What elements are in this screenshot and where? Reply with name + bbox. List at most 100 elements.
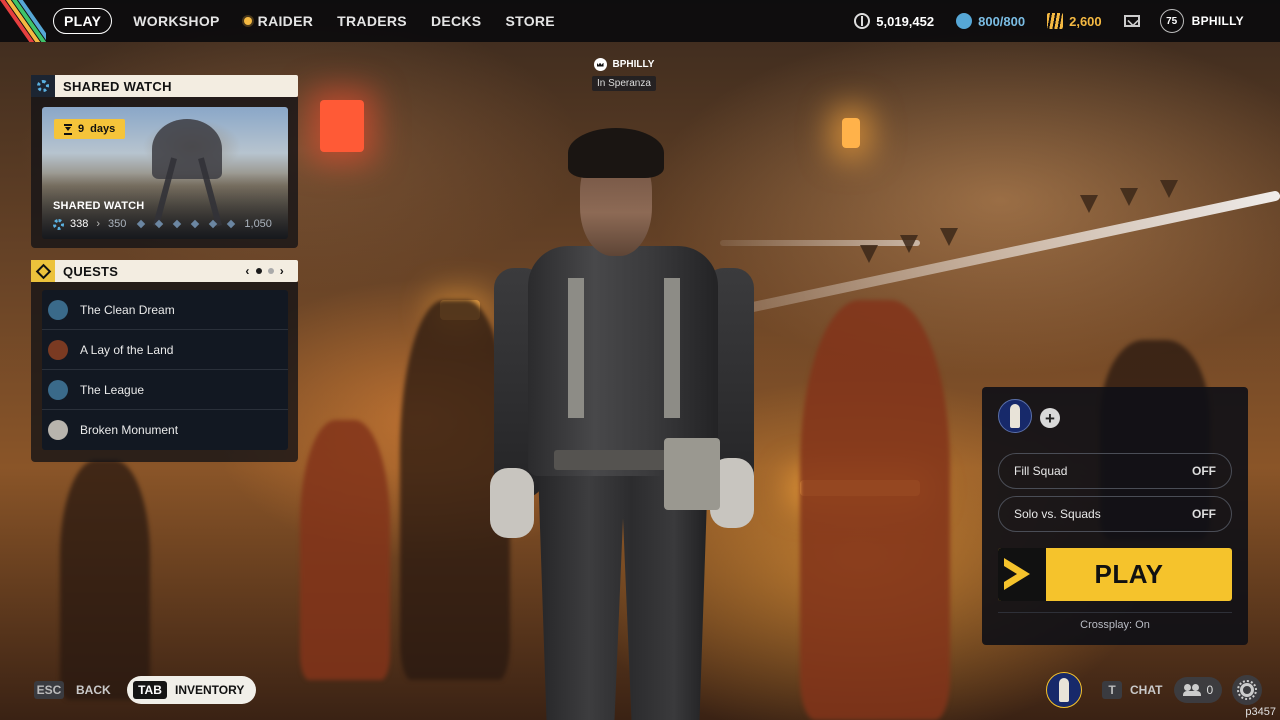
currency-bar: 5,019,452 800/800 2,600 75 BPHILLY xyxy=(854,0,1280,42)
fill-squad-toggle[interactable]: Fill Squad OFF xyxy=(998,453,1232,489)
friends-button[interactable]: 0 xyxy=(1174,677,1223,703)
credits-icon xyxy=(956,13,973,29)
name-tag-name: BPHILLY xyxy=(612,59,655,70)
play-chevron-icon xyxy=(998,548,1046,601)
raider-character xyxy=(488,128,758,720)
inventory-label: INVENTORY xyxy=(175,683,245,697)
nav-tab-label: RAIDER xyxy=(257,13,314,29)
days-label: days xyxy=(90,123,116,135)
quest-item[interactable]: A Lay of the Land xyxy=(42,330,288,370)
crossplay-status: Crossplay: On xyxy=(1080,619,1150,631)
main-nav: PLAY WORKSHOP RAIDER TRADERS DECKS STORE xyxy=(53,8,579,34)
panel-title: QUESTS xyxy=(63,263,119,279)
quest-giver-icon xyxy=(48,420,68,440)
quest-label: A Lay of the Land xyxy=(80,342,174,357)
settings-button[interactable] xyxy=(1232,675,1263,705)
quest-item[interactable]: Broken Monument xyxy=(42,410,288,450)
chevron-right-icon: › xyxy=(96,218,101,230)
nav-tab-workshop[interactable]: WORKSHOP xyxy=(133,13,219,29)
toggle-state: OFF xyxy=(1192,507,1216,521)
quests-header: QUESTS ‹ › xyxy=(31,260,298,282)
quest-label: Broken Monument xyxy=(80,423,179,437)
nav-tab-traders[interactable]: TRADERS xyxy=(337,13,407,29)
chat-button[interactable]: CHAT xyxy=(1130,683,1162,697)
scene-lamp xyxy=(842,118,860,148)
invite-plus-button[interactable]: + xyxy=(1040,408,1060,428)
page-dot xyxy=(267,268,274,274)
gear-icon xyxy=(53,218,64,230)
chevron-left-icon[interactable]: ‹ xyxy=(245,264,249,278)
nav-tab-label: WORKSHOP xyxy=(133,13,220,29)
raider-tokens-display[interactable]: 2,600 xyxy=(1047,13,1102,29)
days-value: 9 xyxy=(78,123,85,135)
tab-key: TAB xyxy=(133,681,167,699)
progress-current: 338 xyxy=(70,218,89,230)
credits-display[interactable]: 800/800 xyxy=(956,13,1025,29)
play-button-label: PLAY xyxy=(1094,559,1164,589)
shared-watch-header: SHARED WATCH xyxy=(31,75,298,97)
squad-leader-avatar[interactable] xyxy=(998,399,1032,433)
mail-icon[interactable] xyxy=(1123,15,1140,27)
raider-tokens-value: 2,600 xyxy=(1069,13,1102,29)
quest-list: The Clean Dream A Lay of the Land The Le… xyxy=(42,290,288,450)
bystander-figure xyxy=(60,460,150,700)
quest-item[interactable]: The Clean Dream xyxy=(42,290,288,330)
nav-tab-label: STORE xyxy=(505,13,555,29)
squad-panel: + Fill Squad OFF Solo vs. Squads OFF PLA… xyxy=(982,387,1248,645)
people-icon xyxy=(1183,684,1202,696)
watch-tower-image xyxy=(152,119,222,179)
scene-lamp xyxy=(320,100,364,152)
quest-giver-icon xyxy=(48,379,68,400)
player-level-badge: 75 xyxy=(1159,9,1184,33)
progress-max: 1,050 xyxy=(244,218,272,230)
play-button[interactable]: PLAY xyxy=(998,548,1232,601)
solo-vs-squads-toggle[interactable]: Solo vs. Squads OFF xyxy=(998,496,1232,532)
panel-title: SHARED WATCH xyxy=(63,78,172,94)
quest-label: The League xyxy=(80,382,145,397)
scene-bunting xyxy=(900,235,918,253)
hourglass-icon xyxy=(64,123,72,135)
quest-giver-icon xyxy=(48,339,68,360)
coin-icon xyxy=(854,13,871,29)
nav-tab-store[interactable]: STORE xyxy=(505,13,554,29)
nav-tab-play[interactable]: PLAY xyxy=(53,8,113,34)
days-remaining-badge: 9 days xyxy=(54,119,126,139)
credits-value: 800/800 xyxy=(978,13,1026,29)
toggle-state: OFF xyxy=(1192,464,1216,478)
quest-item[interactable]: The League xyxy=(42,370,288,410)
progress-next: 350 xyxy=(108,218,127,230)
player-name[interactable]: BPHILLY xyxy=(1192,14,1244,28)
nav-tab-label: DECKS xyxy=(430,13,482,29)
raider-dot-icon xyxy=(243,17,252,25)
chevron-right-icon[interactable]: › xyxy=(280,264,284,278)
gear-icon xyxy=(1237,680,1258,700)
nav-tab-decks[interactable]: DECKS xyxy=(431,13,482,29)
coins-display[interactable]: 5,019,452 xyxy=(854,13,934,29)
shared-watch-panel: 9 days SHARED WATCH 338 › 350 1,050 xyxy=(31,97,298,248)
nav-tab-raider[interactable]: RAIDER xyxy=(243,13,314,29)
inventory-button[interactable]: TAB INVENTORY xyxy=(127,676,257,704)
bystander-figure xyxy=(800,300,950,720)
gear-icon xyxy=(31,75,55,97)
quest-pager: ‹ › xyxy=(245,264,284,278)
player-avatar[interactable] xyxy=(1046,672,1082,708)
chat-key: T xyxy=(1102,681,1122,699)
back-label: BACK xyxy=(76,683,111,697)
watch-progress: 338 › 350 1,050 xyxy=(53,217,279,231)
divider xyxy=(998,612,1232,613)
crown-icon xyxy=(593,58,607,71)
player-name-tag: BPHILLY In Speranza xyxy=(592,58,656,91)
scene-beam xyxy=(711,190,1280,321)
card-title: SHARED WATCH xyxy=(53,200,145,212)
milestone-dots xyxy=(137,219,236,229)
shared-watch-card[interactable]: 9 days SHARED WATCH 338 › 350 1,050 xyxy=(42,107,288,239)
scene-bunting xyxy=(1160,180,1178,198)
quest-giver-icon xyxy=(48,299,68,320)
back-control[interactable]: ESC BACK xyxy=(34,681,111,699)
scene-bunting xyxy=(1120,188,1138,206)
nav-tab-label: PLAY xyxy=(64,13,102,29)
nav-tab-label: TRADERS xyxy=(337,13,407,29)
brand-stripes-icon xyxy=(0,0,46,42)
friends-count: 0 xyxy=(1206,683,1214,697)
build-id: p3457 xyxy=(1245,706,1276,718)
